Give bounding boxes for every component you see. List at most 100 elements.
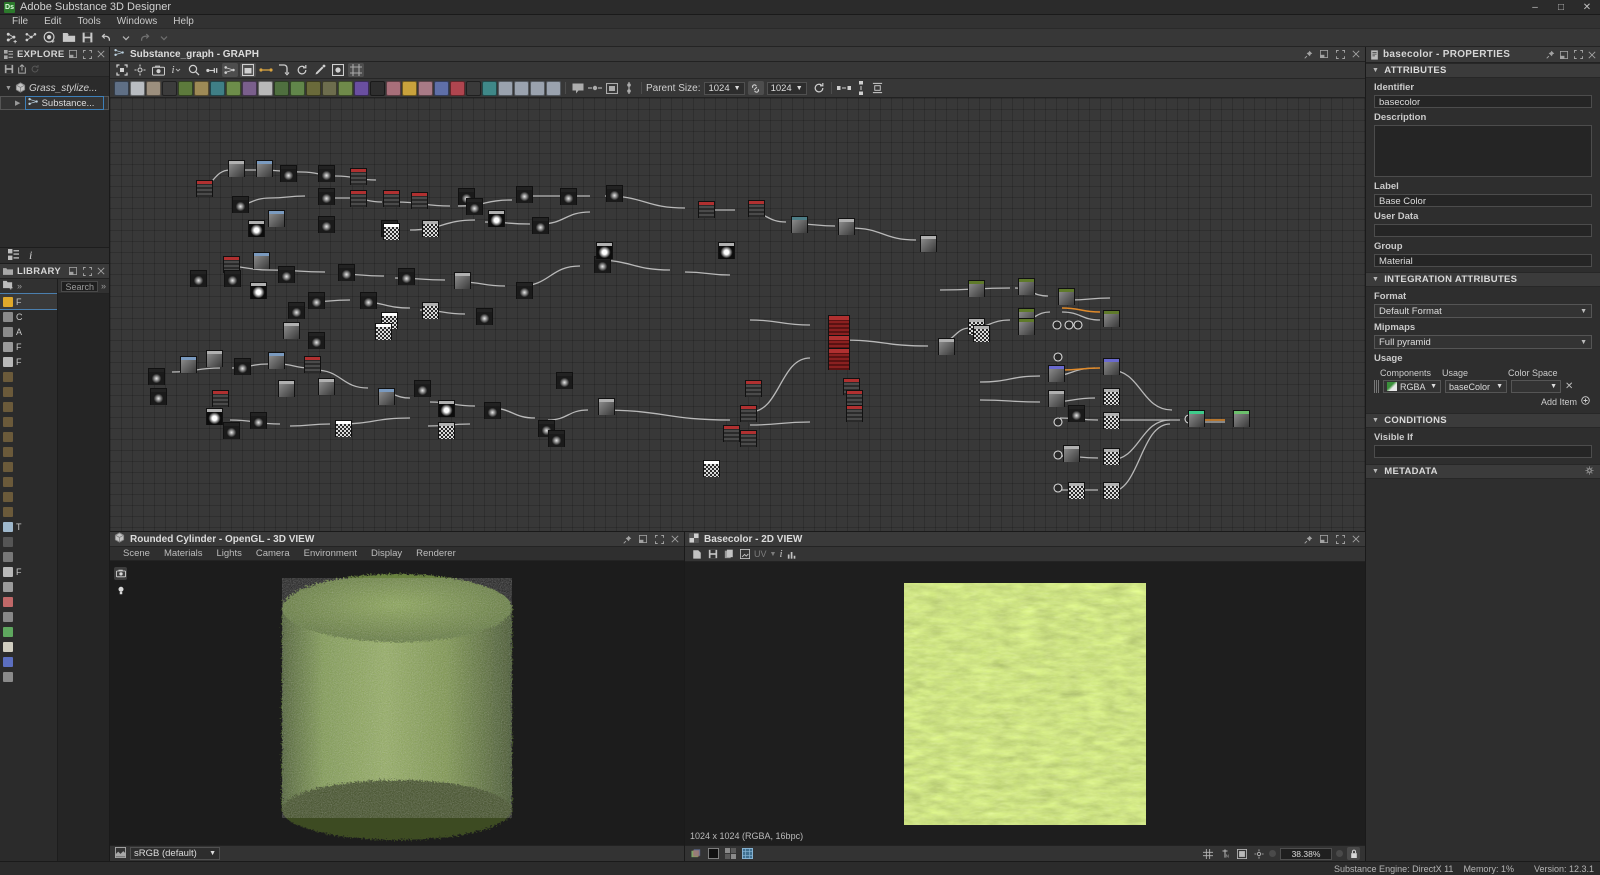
graph-node[interactable] xyxy=(350,190,367,207)
graph-node[interactable] xyxy=(411,192,428,209)
new-package-icon[interactable] xyxy=(41,30,58,45)
flood-node-icon[interactable] xyxy=(450,80,465,96)
graph-node[interactable] xyxy=(606,185,623,202)
graph-node[interactable] xyxy=(250,282,267,299)
library-category-6[interactable] xyxy=(0,384,57,399)
transform-node-icon[interactable] xyxy=(274,80,289,96)
description-input[interactable] xyxy=(1374,125,1592,177)
graph-node[interactable] xyxy=(250,412,267,429)
graph-node[interactable] xyxy=(283,322,300,339)
chevron-right-icon[interactable]: ▶ xyxy=(15,99,22,107)
blend-node-icon[interactable] xyxy=(130,80,145,96)
graph-node[interactable] xyxy=(1063,445,1080,462)
grid-toggle-icon[interactable] xyxy=(1201,847,1214,860)
graph-node[interactable] xyxy=(308,332,325,349)
graph-node[interactable] xyxy=(438,400,455,417)
graph-node[interactable] xyxy=(740,430,757,447)
output-pin-icon[interactable] xyxy=(1064,320,1074,330)
graph-node[interactable] xyxy=(383,223,400,240)
noise-node-icon[interactable] xyxy=(370,80,385,96)
graph-node[interactable] xyxy=(598,398,615,415)
library-category-11[interactable] xyxy=(0,459,57,474)
graph-node[interactable] xyxy=(268,352,285,369)
link-creation-icon[interactable] xyxy=(204,63,220,77)
graph-node[interactable] xyxy=(308,292,325,309)
fill-icon[interactable] xyxy=(1235,847,1248,860)
save-image-icon[interactable] xyxy=(706,548,719,561)
library-category-9[interactable] xyxy=(0,429,57,444)
graph-node[interactable] xyxy=(1018,278,1035,295)
close-icon[interactable] xyxy=(96,49,106,59)
close-icon[interactable] xyxy=(96,266,106,276)
colorspace-select[interactable]: sRGB (default) ▼ xyxy=(130,847,220,860)
graph-node[interactable] xyxy=(304,356,321,373)
graph-node[interactable] xyxy=(398,268,415,285)
graph-node[interactable] xyxy=(234,358,251,375)
library-category-list[interactable]: » FCAFFTF xyxy=(0,279,58,861)
pin-icon[interactable] xyxy=(1303,49,1313,59)
levels-node-icon[interactable] xyxy=(194,80,209,96)
output-pin-icon[interactable] xyxy=(1053,417,1063,427)
section-metadata[interactable]: ▼ METADATA xyxy=(1366,464,1600,479)
output-pin-icon[interactable] xyxy=(1053,450,1063,460)
library-category-2[interactable]: A xyxy=(0,324,57,339)
graph-node[interactable] xyxy=(740,405,757,422)
pan-icon[interactable] xyxy=(1252,847,1265,860)
graph-node[interactable] xyxy=(698,201,715,218)
graph-node[interactable] xyxy=(556,372,573,389)
graph-node[interactable] xyxy=(422,220,439,237)
library-category-21[interactable] xyxy=(0,609,57,624)
mipmaps-select[interactable]: Full pyramid ▼ xyxy=(1374,335,1592,349)
graph-node[interactable] xyxy=(190,270,207,287)
view2d-canvas[interactable]: 1024 x 1024 (RGBA, 16bpc) xyxy=(685,562,1365,845)
vertical-align-icon[interactable] xyxy=(853,81,869,95)
view3d-menu-camera[interactable]: Camera xyxy=(249,548,297,559)
pin-icon[interactable] xyxy=(1303,534,1313,544)
out2-node-icon[interactable] xyxy=(514,80,529,96)
pin-link-icon[interactable] xyxy=(587,81,603,95)
usage-select[interactable]: baseColor ▼ xyxy=(1445,380,1507,393)
graph-layout-icon[interactable] xyxy=(222,63,238,77)
graph-node[interactable] xyxy=(516,282,533,299)
close-icon[interactable] xyxy=(1351,534,1361,544)
bitmap-node-icon[interactable] xyxy=(114,80,129,96)
gradient-node-icon[interactable] xyxy=(226,80,241,96)
view3d-menu-materials[interactable]: Materials xyxy=(157,548,210,559)
graph-node[interactable] xyxy=(224,270,241,287)
close-icon[interactable] xyxy=(670,534,680,544)
menu-item-help[interactable]: Help xyxy=(165,15,202,29)
graph-node[interactable] xyxy=(288,302,305,319)
graph-node[interactable] xyxy=(318,378,335,395)
graph-node[interactable] xyxy=(718,242,735,259)
graph-node[interactable] xyxy=(488,210,505,227)
zoom-value[interactable]: 38.38% xyxy=(1280,847,1332,860)
info-icon[interactable]: i xyxy=(168,63,184,77)
dot-node-icon[interactable] xyxy=(306,80,321,96)
curvature-node-icon[interactable] xyxy=(386,80,401,96)
library-category-5[interactable] xyxy=(0,369,57,384)
link-style-icon[interactable] xyxy=(258,63,274,77)
new-substance-icon[interactable] xyxy=(22,30,39,45)
navigation-icon[interactable] xyxy=(621,81,637,95)
graph-node[interactable] xyxy=(278,380,295,397)
new-graph-icon[interactable] xyxy=(3,30,20,45)
lock-icon[interactable] xyxy=(1347,847,1360,860)
out4-node-icon[interactable] xyxy=(546,80,561,96)
view3d-menu-environment[interactable]: Environment xyxy=(297,548,364,559)
uv-label[interactable]: UV xyxy=(754,549,767,559)
shuffle-node-icon[interactable] xyxy=(162,80,177,96)
graph-node[interactable] xyxy=(1188,410,1205,427)
library-category-1[interactable]: C xyxy=(0,309,57,324)
library-category-18[interactable]: F xyxy=(0,564,57,579)
identifier-input[interactable]: basecolor xyxy=(1374,95,1592,108)
shape-node-icon[interactable] xyxy=(290,80,305,96)
graph-node[interactable] xyxy=(338,264,355,281)
menu-item-edit[interactable]: Edit xyxy=(36,15,69,29)
graph-node[interactable] xyxy=(228,160,245,177)
new-filter-icon[interactable] xyxy=(3,280,14,293)
undo-icon[interactable] xyxy=(98,30,115,45)
normal-node-icon[interactable] xyxy=(210,80,225,96)
library-category-7[interactable] xyxy=(0,399,57,414)
horizontal-align-icon[interactable] xyxy=(836,81,852,95)
library-category-23[interactable] xyxy=(0,639,57,654)
